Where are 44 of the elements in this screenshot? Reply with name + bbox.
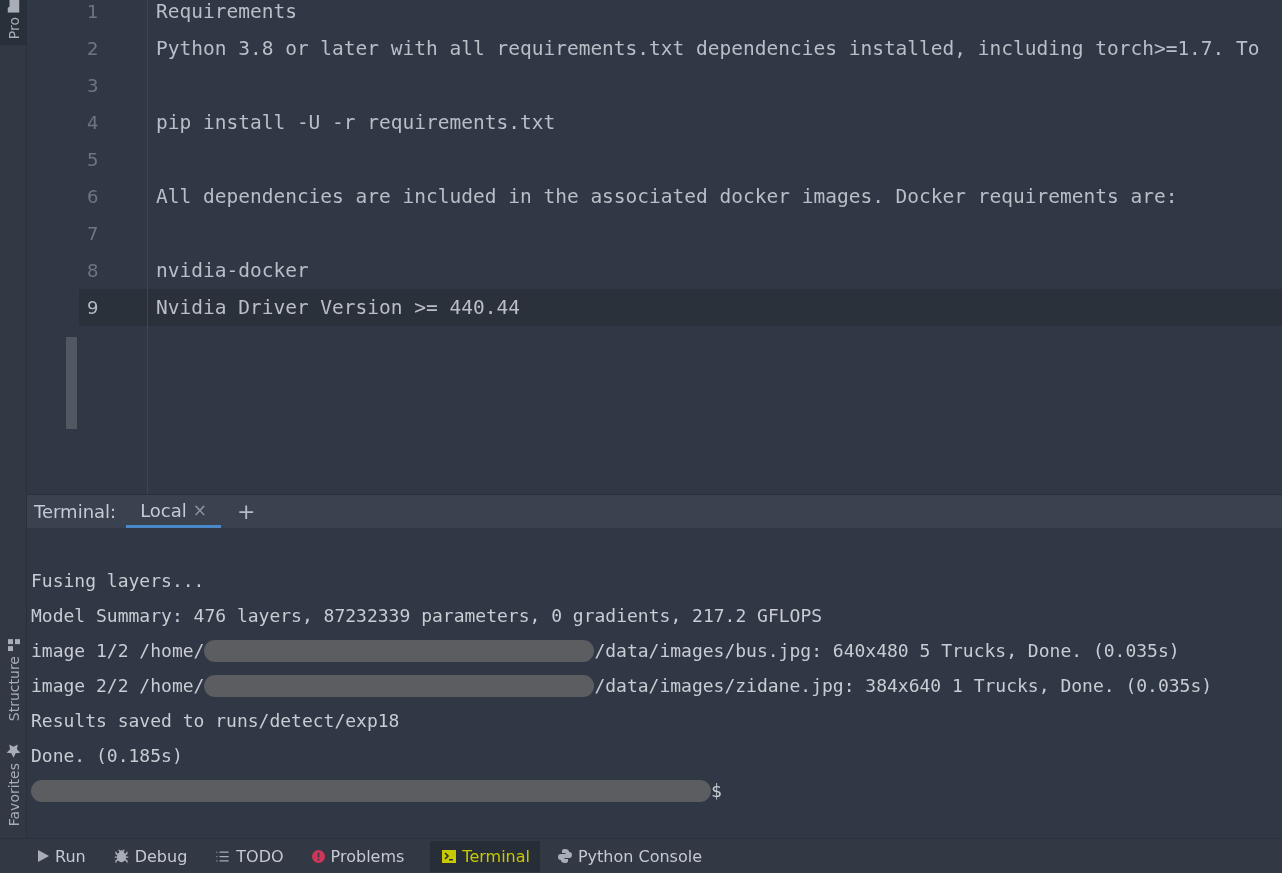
line-number: 2	[79, 30, 148, 67]
python-icon	[557, 849, 572, 863]
play-icon	[38, 850, 49, 862]
scrollbar-thumb[interactable]	[66, 337, 77, 429]
terminal-label: Terminal:	[34, 501, 117, 522]
code-line: pip install -U -r requirements.txt	[155, 111, 556, 134]
terminal-output: $	[711, 780, 722, 801]
tool-window-button[interactable]: Python Console	[555, 840, 713, 872]
star-icon	[5, 742, 21, 758]
terminal-output: Results saved to runs/detect/exp18	[31, 710, 400, 731]
line-number: 3	[79, 67, 148, 104]
terminal-output: Model Summary: 476 layers, 87232339 parameters, 0 gradients, 217.2 GFLOPS	[31, 605, 823, 626]
add-tab-button[interactable]: +	[231, 499, 256, 524]
tool-window-tab[interactable]: Structure	[0, 633, 27, 725]
error-icon	[311, 849, 325, 863]
project-tab[interactable]: Pro	[0, 0, 27, 46]
tool-window-button[interactable]: Run	[36, 840, 96, 872]
terminal-output: Done. (0.185s)	[31, 745, 183, 766]
line-number: 7	[79, 215, 148, 252]
line-number: 4	[79, 104, 148, 141]
tool-window-button[interactable]: Problems	[309, 840, 415, 872]
terminal-output: image 1/2 /home/	[31, 640, 205, 661]
code-line: nvidia-docker	[155, 259, 309, 282]
structure-icon	[6, 637, 20, 651]
line-number: 6	[79, 178, 148, 215]
code-line: All dependencies are included in the associated docker images. Docker requirements are:	[155, 185, 1178, 208]
folder-icon	[7, 0, 19, 13]
bug-icon	[113, 848, 129, 864]
tool-window-button[interactable]: TODO	[213, 840, 294, 872]
terminal-output: Fusing layers...	[31, 570, 205, 591]
terminal-icon	[442, 849, 457, 863]
code-line: Nvidia Driver Version >= 440.44	[155, 296, 520, 319]
code-line: Requirements	[155, 0, 297, 23]
line-number: 1	[79, 0, 148, 30]
line-number: 9	[79, 289, 148, 326]
tool-window-tab[interactable]: Favorites	[0, 738, 27, 830]
list-icon	[215, 848, 231, 864]
terminal-output: /data/images/bus.jpg: 640x480 5 Trucks, Done. (0.035s)	[594, 640, 1180, 661]
tool-window-button[interactable]: Terminal	[430, 840, 540, 872]
terminal-output: /data/images/zidane.jpg: 384x640 1 Trucks, Done. (0.035s)	[594, 675, 1213, 696]
tool-window-button[interactable]: Debug	[111, 840, 198, 872]
terminal-output: image 2/2 /home/	[31, 675, 205, 696]
code-line: Python 3.8 or later with all requirements.txt dependencies installed, including torch>=1.7. To	[155, 37, 1260, 60]
line-number: 5	[79, 141, 148, 178]
